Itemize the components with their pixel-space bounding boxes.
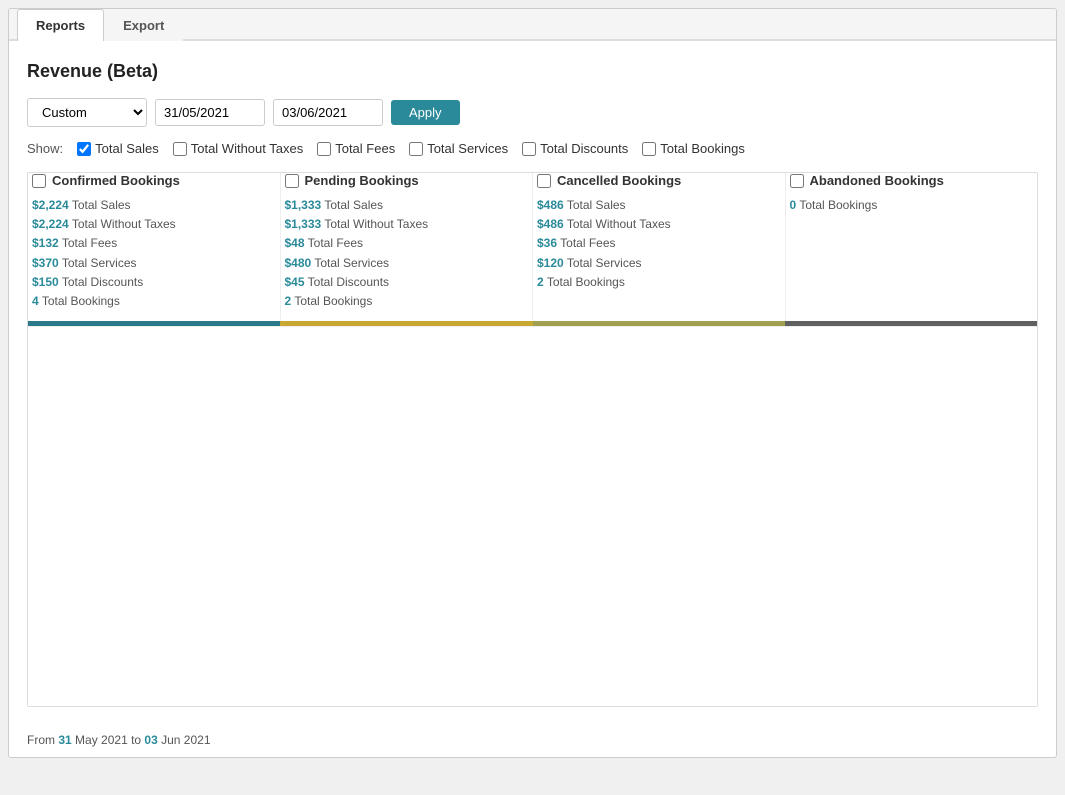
filter-row: Custom Today This Week This Month Last M…	[27, 98, 1038, 127]
checkbox-total-fees-label: Total Fees	[335, 141, 395, 156]
confirmed-stat-3: $370 Total Services	[32, 254, 268, 273]
footer-text: From 31 May 2021 to 03 Jun 2021	[9, 723, 1056, 757]
pending-bookings-title: Pending Bookings	[305, 173, 419, 188]
chart-area	[28, 326, 1037, 706]
abandoned-bookings-title: Abandoned Bookings	[810, 173, 944, 188]
checkbox-total-bookings-label: Total Bookings	[660, 141, 745, 156]
checkbox-total-sales-label: Total Sales	[95, 141, 159, 156]
cancelled-stat-4: 2 Total Bookings	[537, 273, 773, 292]
checkbox-total-services-input[interactable]	[409, 142, 423, 156]
main-content: Revenue (Beta) Custom Today This Week Th…	[9, 41, 1056, 723]
period-dropdown[interactable]: Custom Today This Week This Month Last M…	[27, 98, 147, 127]
pending-card-header: Pending Bookings	[285, 173, 521, 188]
cancelled-stat-0: $486 Total Sales	[537, 196, 773, 215]
abandoned-card-header: Abandoned Bookings	[790, 173, 1026, 188]
checkbox-total-bookings-input[interactable]	[642, 142, 656, 156]
checkbox-total-discounts-input[interactable]	[522, 142, 536, 156]
checkbox-total-sales[interactable]: Total Sales	[77, 141, 159, 156]
pending-stat-5: 2 Total Bookings	[285, 292, 521, 311]
pending-stat-2: $48 Total Fees	[285, 234, 521, 253]
pending-stat-3: $480 Total Services	[285, 254, 521, 273]
checkbox-total-sales-input[interactable]	[77, 142, 91, 156]
tab-export[interactable]: Export	[104, 9, 183, 41]
checkbox-total-without-taxes-input[interactable]	[173, 142, 187, 156]
checkbox-total-services-label: Total Services	[427, 141, 508, 156]
footer-date2: 03	[144, 733, 157, 747]
checkbox-total-services[interactable]: Total Services	[409, 141, 508, 156]
pending-stat-1: $1,333 Total Without Taxes	[285, 215, 521, 234]
pending-bookings-card: Pending Bookings $1,333 Total Sales $1,3…	[281, 173, 534, 321]
confirmed-stat-2: $132 Total Fees	[32, 234, 268, 253]
cards-row: Confirmed Bookings $2,224 Total Sales $2…	[28, 173, 1037, 321]
abandoned-stat-0: 0 Total Bookings	[790, 196, 1026, 215]
cancelled-bookings-card: Cancelled Bookings $486 Total Sales $486…	[533, 173, 786, 321]
checkbox-total-fees[interactable]: Total Fees	[317, 141, 395, 156]
section-wrapper: Confirmed Bookings $2,224 Total Sales $2…	[27, 172, 1038, 707]
apply-button[interactable]: Apply	[391, 100, 460, 125]
confirmed-bookings-checkbox[interactable]	[32, 174, 46, 188]
pending-bookings-checkbox[interactable]	[285, 174, 299, 188]
cancelled-stat-3: $120 Total Services	[537, 254, 773, 273]
confirmed-card-header: Confirmed Bookings	[32, 173, 268, 188]
checkbox-total-discounts[interactable]: Total Discounts	[522, 141, 628, 156]
checkbox-total-discounts-label: Total Discounts	[540, 141, 628, 156]
confirmed-stat-5: 4 Total Bookings	[32, 292, 268, 311]
checkbox-total-bookings[interactable]: Total Bookings	[642, 141, 745, 156]
page-title: Revenue (Beta)	[27, 61, 1038, 82]
date-to-input[interactable]	[273, 99, 383, 126]
checkbox-total-without-taxes[interactable]: Total Without Taxes	[173, 141, 303, 156]
cancelled-stat-1: $486 Total Without Taxes	[537, 215, 773, 234]
confirmed-stat-0: $2,224 Total Sales	[32, 196, 268, 215]
checkbox-total-without-taxes-label: Total Without Taxes	[191, 141, 303, 156]
confirmed-stat-4: $150 Total Discounts	[32, 273, 268, 292]
footer-date1: 31	[58, 733, 71, 747]
show-row: Show: Total Sales Total Without Taxes To…	[27, 141, 1038, 156]
checkbox-total-fees-input[interactable]	[317, 142, 331, 156]
show-label: Show:	[27, 141, 63, 156]
cancelled-bookings-checkbox[interactable]	[537, 174, 551, 188]
confirmed-stat-1: $2,224 Total Without Taxes	[32, 215, 268, 234]
pending-stat-0: $1,333 Total Sales	[285, 196, 521, 215]
pending-stat-4: $45 Total Discounts	[285, 273, 521, 292]
tabs-bar: Reports Export	[9, 9, 1056, 41]
cancelled-card-header: Cancelled Bookings	[537, 173, 773, 188]
tab-reports[interactable]: Reports	[17, 9, 104, 41]
confirmed-bookings-card: Confirmed Bookings $2,224 Total Sales $2…	[28, 173, 281, 321]
abandoned-bookings-checkbox[interactable]	[790, 174, 804, 188]
cancelled-bookings-title: Cancelled Bookings	[557, 173, 681, 188]
cancelled-stat-2: $36 Total Fees	[537, 234, 773, 253]
date-from-input[interactable]	[155, 99, 265, 126]
confirmed-bookings-title: Confirmed Bookings	[52, 173, 180, 188]
abandoned-bookings-card: Abandoned Bookings 0 Total Bookings	[786, 173, 1038, 321]
